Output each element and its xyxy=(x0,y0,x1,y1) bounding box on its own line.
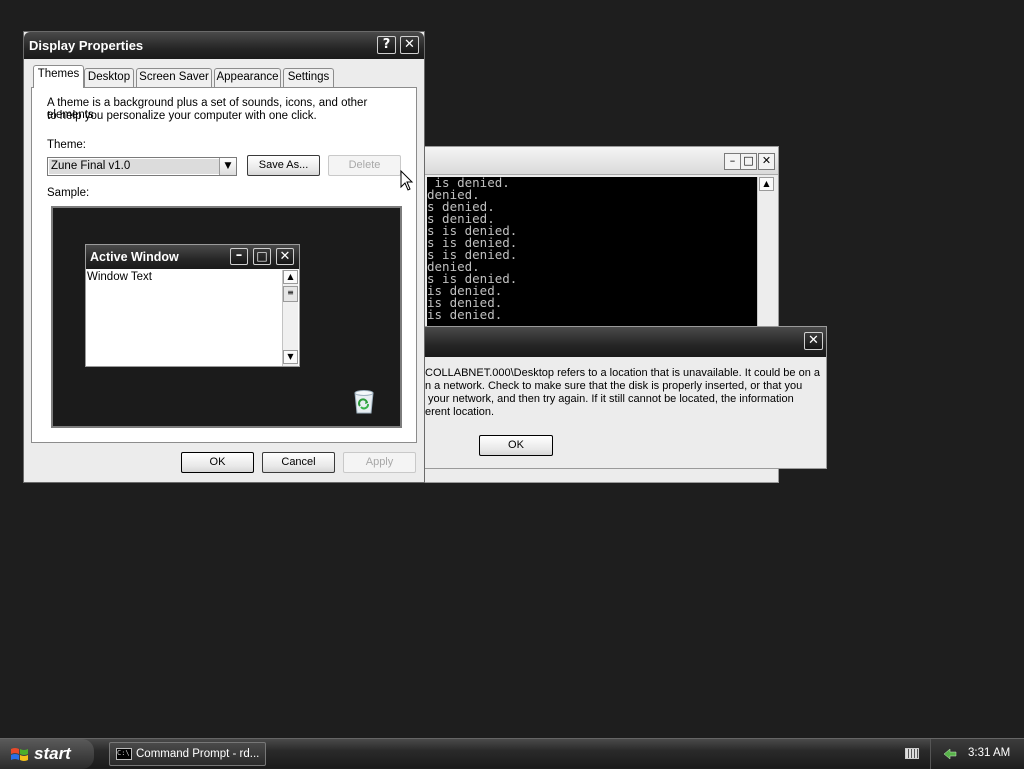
clock[interactable]: 3:31 AM xyxy=(968,747,1010,759)
close-button[interactable]: ✕ xyxy=(758,153,775,170)
sample-window-text: Window Text xyxy=(87,271,152,283)
theme-select-value: Zune Final v1.0 xyxy=(49,159,219,174)
network-icon[interactable] xyxy=(942,746,958,762)
error-line: COLLABNET.000\Desktop refers to a locati… xyxy=(425,367,821,379)
error-line: erent location. xyxy=(425,406,495,418)
ok-button[interactable]: OK xyxy=(181,452,254,473)
theme-description: to help you personalize your computer wi… xyxy=(47,110,317,122)
close-button[interactable]: ✕ xyxy=(804,332,823,350)
error-dialog: ✕ COLLABNET.000\Desktop refers to a loca… xyxy=(424,326,827,469)
maximize-button[interactable]: □ xyxy=(740,153,757,170)
system-tray: 3:31 AM xyxy=(930,739,1024,769)
scroll-down-icon: ▼ xyxy=(283,350,298,364)
error-message: COLLABNET.000\Desktop refers to a locati… xyxy=(425,367,823,419)
console-output[interactable]: is denied. denied. s denied. s denied. s… xyxy=(427,177,757,327)
command-prompt-icon: C:\ xyxy=(116,748,132,760)
ok-button[interactable]: OK xyxy=(479,435,553,456)
error-dialog-titlebar[interactable]: ✕ xyxy=(425,327,826,357)
recycle-bin-icon xyxy=(354,390,374,414)
windows-logo-icon xyxy=(11,748,28,761)
taskbar: start C:\ Command Prompt - rd... 3:31 AM xyxy=(0,738,1024,769)
themes-panel: A theme is a background plus a set of so… xyxy=(31,87,417,443)
close-icon: ✕ xyxy=(276,248,294,265)
scroll-up-icon: ▲ xyxy=(283,270,298,284)
delete-button: Delete xyxy=(328,155,401,176)
tab-settings[interactable]: Settings xyxy=(283,68,334,87)
taskbar-item-label: Command Prompt - rd... xyxy=(136,748,260,760)
mouse-cursor-icon xyxy=(400,170,414,191)
sample-active-window: Active Window – □ ✕ Window Text ▲ ≡ ▼ xyxy=(85,244,300,367)
save-as-button[interactable]: Save As... xyxy=(247,155,320,176)
keyboard-icon[interactable] xyxy=(905,748,919,759)
theme-label: Theme: xyxy=(47,139,86,151)
tab-themes[interactable]: Themes xyxy=(33,65,84,88)
error-line: n a network. Check to make sure that the… xyxy=(425,380,803,392)
taskbar-item-command-prompt[interactable]: C:\ Command Prompt - rd... xyxy=(109,742,266,766)
scroll-up-icon[interactable]: ▲ xyxy=(759,177,774,191)
console-scrollbar[interactable]: ▲ xyxy=(757,177,775,327)
error-line: your network, and then try again. If it … xyxy=(425,393,794,405)
display-properties-window: Display Properties ? ✕ Themes Desktop Sc… xyxy=(23,31,425,483)
display-properties-titlebar[interactable]: Display Properties ? ✕ xyxy=(24,32,424,59)
scroll-thumb: ≡ xyxy=(283,286,298,302)
maximize-icon: □ xyxy=(253,248,271,265)
sample-window-title: Active Window xyxy=(90,250,179,264)
start-label: start xyxy=(34,744,71,763)
command-prompt-titlebar[interactable]: – □ ✕ xyxy=(425,147,778,175)
close-button[interactable]: ✕ xyxy=(400,36,419,54)
help-button[interactable]: ? xyxy=(377,36,396,54)
minimize-icon: – xyxy=(230,248,248,265)
minimize-button[interactable]: – xyxy=(724,153,741,170)
tab-screen-saver[interactable]: Screen Saver xyxy=(136,68,212,87)
sample-window-titlebar: Active Window – □ ✕ xyxy=(86,245,299,269)
apply-button: Apply xyxy=(343,452,416,473)
window-title: Display Properties xyxy=(29,38,144,53)
cancel-button[interactable]: Cancel xyxy=(262,452,335,473)
start-button[interactable]: start xyxy=(0,739,94,769)
sample-scrollbar: ▲ ≡ ▼ xyxy=(282,270,298,366)
sample-label: Sample: xyxy=(47,187,90,199)
theme-select[interactable]: Zune Final v1.0 ▼ xyxy=(47,157,237,176)
tab-desktop[interactable]: Desktop xyxy=(84,68,134,87)
theme-sample-preview: Active Window – □ ✕ Window Text ▲ ≡ ▼ xyxy=(51,206,402,428)
tab-appearance[interactable]: Appearance xyxy=(214,68,281,87)
console-line: is denied. xyxy=(427,307,503,322)
chevron-down-icon[interactable]: ▼ xyxy=(219,158,236,175)
